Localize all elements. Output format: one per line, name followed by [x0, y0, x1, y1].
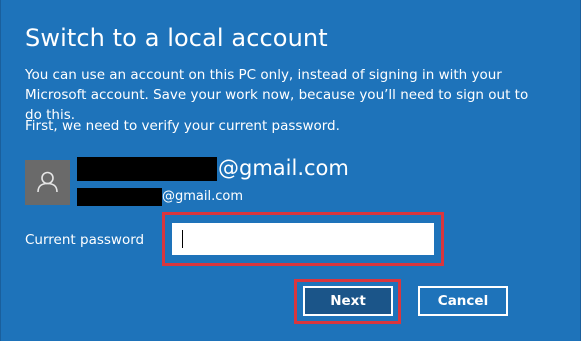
current-password-label: Current password	[25, 232, 145, 248]
text-caret	[182, 230, 183, 248]
cancel-button[interactable]: Cancel	[418, 286, 508, 316]
switch-account-dialog: Switch to a local account You can use an…	[0, 0, 581, 341]
account-email-sub: @gmail.com	[162, 189, 244, 204]
next-button[interactable]: Next	[303, 286, 393, 316]
user-icon	[37, 171, 58, 193]
verify-instruction: First, we need to verify your current pa…	[25, 118, 340, 134]
dialog-title: Switch to a local account	[25, 24, 328, 52]
avatar	[25, 160, 70, 205]
dialog-description: You can use an account on this PC only, …	[25, 67, 529, 123]
current-password-input[interactable]	[172, 223, 434, 255]
account-email-main: @gmail.com	[218, 156, 349, 180]
redacted-email-block	[77, 188, 162, 206]
redacted-name-block	[77, 157, 217, 181]
